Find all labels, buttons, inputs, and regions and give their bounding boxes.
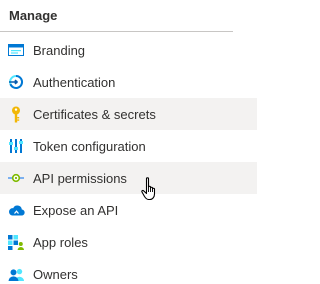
menu-item-label: Authentication — [33, 74, 116, 90]
menu-item-expose-an-api[interactable]: Expose an API — [0, 194, 257, 226]
owners-icon — [7, 265, 25, 283]
menu-item-label: Token configuration — [33, 138, 146, 154]
menu-item-label: Owners — [33, 266, 78, 282]
menu-item-api-permissions[interactable]: API permissions — [0, 162, 257, 194]
branding-icon — [7, 41, 25, 59]
menu-item-label: Branding — [33, 42, 86, 58]
token-configuration-icon — [7, 137, 25, 155]
key-icon — [7, 105, 25, 123]
menu-item-label: API permissions — [33, 170, 127, 186]
menu-item-label: App roles — [33, 234, 88, 250]
menu-item-certificates-secrets[interactable]: Certificates & secrets — [0, 98, 257, 130]
divider — [0, 31, 233, 32]
menu-item-branding[interactable]: Branding — [0, 34, 257, 66]
menu-item-authentication[interactable]: Authentication — [0, 66, 257, 98]
manage-panel: Manage Branding Authentication Certifica… — [0, 0, 257, 284]
cloud-icon — [7, 201, 25, 219]
menu-item-label: Certificates & secrets — [33, 106, 156, 122]
section-header: Manage — [9, 8, 58, 23]
menu-item-label: Expose an API — [33, 202, 119, 218]
api-permissions-icon — [7, 169, 25, 187]
menu-item-token-configuration[interactable]: Token configuration — [0, 130, 257, 162]
authentication-icon — [7, 73, 25, 91]
manage-menu: Branding Authentication Certificates & s… — [0, 34, 257, 284]
menu-item-owners[interactable]: Owners — [0, 258, 257, 284]
app-roles-icon — [7, 233, 25, 251]
menu-item-app-roles[interactable]: App roles — [0, 226, 257, 258]
